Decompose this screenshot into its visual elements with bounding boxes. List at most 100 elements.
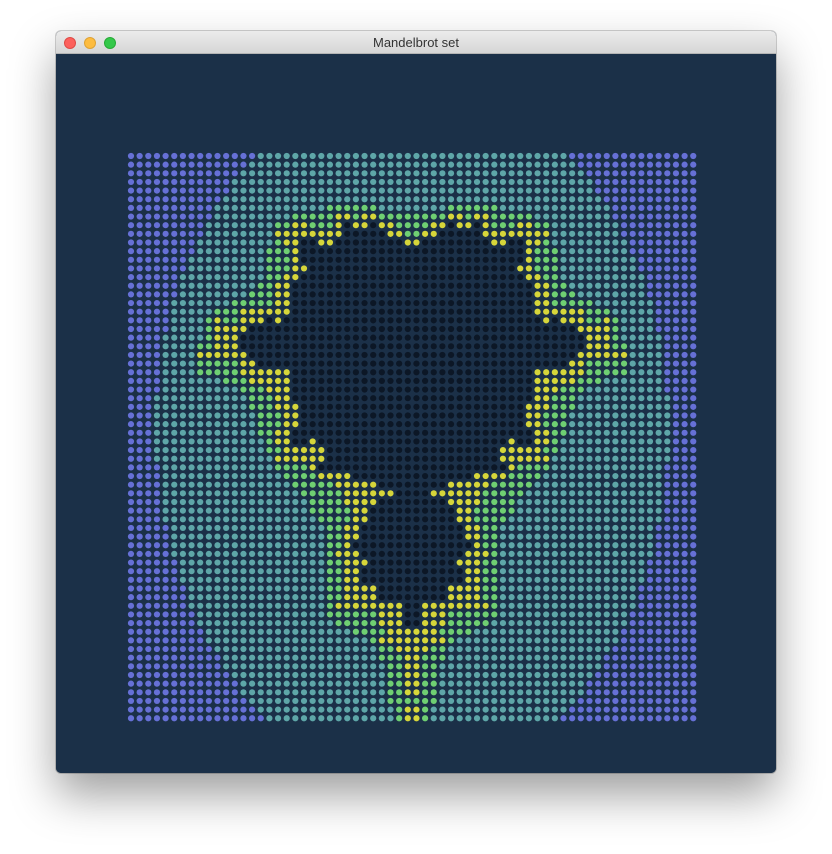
grid-dot — [508, 412, 515, 419]
grid-dot — [223, 464, 230, 471]
grid-dot — [266, 360, 273, 367]
grid-dot — [534, 706, 541, 713]
grid-dot — [266, 533, 273, 540]
grid-dot — [127, 343, 135, 350]
grid-dot — [672, 239, 680, 246]
grid-dot — [179, 265, 186, 272]
grid-dot — [136, 472, 143, 480]
grid-dot — [300, 628, 308, 635]
grid-dot — [638, 663, 645, 670]
grid-dot — [205, 187, 212, 194]
grid-dot — [127, 429, 135, 436]
grid-dot — [136, 464, 143, 471]
grid-dot — [370, 170, 377, 177]
grid-dot — [214, 239, 221, 246]
grid-dot — [560, 620, 567, 627]
grid-dot — [569, 299, 576, 307]
grid-dot — [664, 438, 671, 445]
grid-dot — [664, 533, 671, 540]
grid-dot — [249, 386, 256, 393]
grid-dot — [387, 291, 394, 298]
grid-dot — [430, 559, 437, 566]
grid-dot — [629, 421, 636, 428]
grid-dot — [525, 671, 532, 679]
grid-dot — [672, 498, 680, 506]
grid-dot — [456, 412, 463, 419]
grid-dot — [266, 222, 273, 229]
grid-dot — [629, 187, 636, 194]
grid-dot — [361, 680, 368, 687]
grid-dot — [179, 438, 186, 445]
grid-dot — [422, 299, 429, 307]
grid-dot — [465, 455, 472, 462]
grid-dot — [396, 438, 403, 445]
grid-dot — [482, 706, 489, 713]
grid-dot — [413, 602, 420, 609]
grid-dot — [499, 585, 507, 592]
grid-dot — [681, 325, 688, 333]
grid-dot — [127, 498, 135, 506]
grid-dot — [655, 507, 662, 514]
grid-dot — [447, 274, 455, 281]
grid-dot — [127, 386, 135, 393]
grid-dot — [326, 438, 334, 445]
grid-dot — [292, 594, 299, 601]
grid-dot — [499, 542, 507, 549]
grid-dot — [491, 550, 498, 557]
title-bar[interactable]: Mandelbrot set — [56, 31, 776, 54]
grid-dot — [127, 299, 135, 307]
grid-dot — [638, 343, 645, 350]
grid-dot — [205, 715, 212, 722]
grid-dot — [214, 369, 221, 376]
grid-dot — [361, 196, 368, 203]
grid-dot — [491, 291, 498, 298]
grid-dot — [560, 438, 567, 445]
grid-dot — [352, 360, 359, 367]
grid-dot — [638, 464, 645, 471]
grid-dot — [197, 447, 204, 454]
grid-dot — [370, 611, 377, 618]
grid-dot — [249, 620, 256, 627]
grid-dot — [231, 325, 238, 333]
grid-dot — [214, 152, 221, 160]
grid-dot — [543, 715, 550, 722]
grid-dot — [309, 239, 316, 246]
grid-dot — [205, 671, 212, 679]
grid-dot — [318, 196, 325, 203]
grid-dot — [447, 334, 455, 341]
grid-dot — [257, 274, 264, 281]
grid-dot — [335, 421, 342, 428]
grid-dot — [612, 620, 619, 627]
grid-dot — [465, 671, 472, 679]
grid-dot — [638, 507, 645, 514]
grid-dot — [404, 334, 411, 341]
grid-dot — [274, 498, 282, 506]
grid-dot — [638, 620, 645, 627]
grid-dot — [586, 602, 593, 609]
grid-dot — [560, 689, 567, 696]
grid-dot — [249, 455, 256, 462]
grid-dot — [551, 447, 558, 454]
grid-dot — [482, 671, 489, 679]
grid-dot — [655, 196, 662, 203]
grid-dot — [413, 351, 420, 359]
grid-dot — [430, 585, 437, 592]
grid-dot — [603, 248, 610, 255]
grid-dot — [422, 447, 429, 454]
grid-dot — [283, 325, 290, 333]
grid-dot — [214, 204, 221, 211]
grid-dot — [413, 282, 420, 289]
grid-dot — [223, 472, 230, 480]
grid-dot — [309, 161, 316, 168]
grid-dot — [482, 152, 489, 160]
grid-dot — [335, 654, 342, 661]
grid-dot — [171, 594, 178, 601]
grid-dot — [257, 239, 264, 246]
grid-dot — [560, 412, 567, 419]
grid-dot — [205, 438, 212, 445]
grid-dot — [646, 187, 654, 194]
grid-dot — [404, 291, 411, 298]
grid-dot — [646, 360, 654, 367]
grid-dot — [473, 654, 481, 661]
grid-dot — [672, 351, 680, 359]
